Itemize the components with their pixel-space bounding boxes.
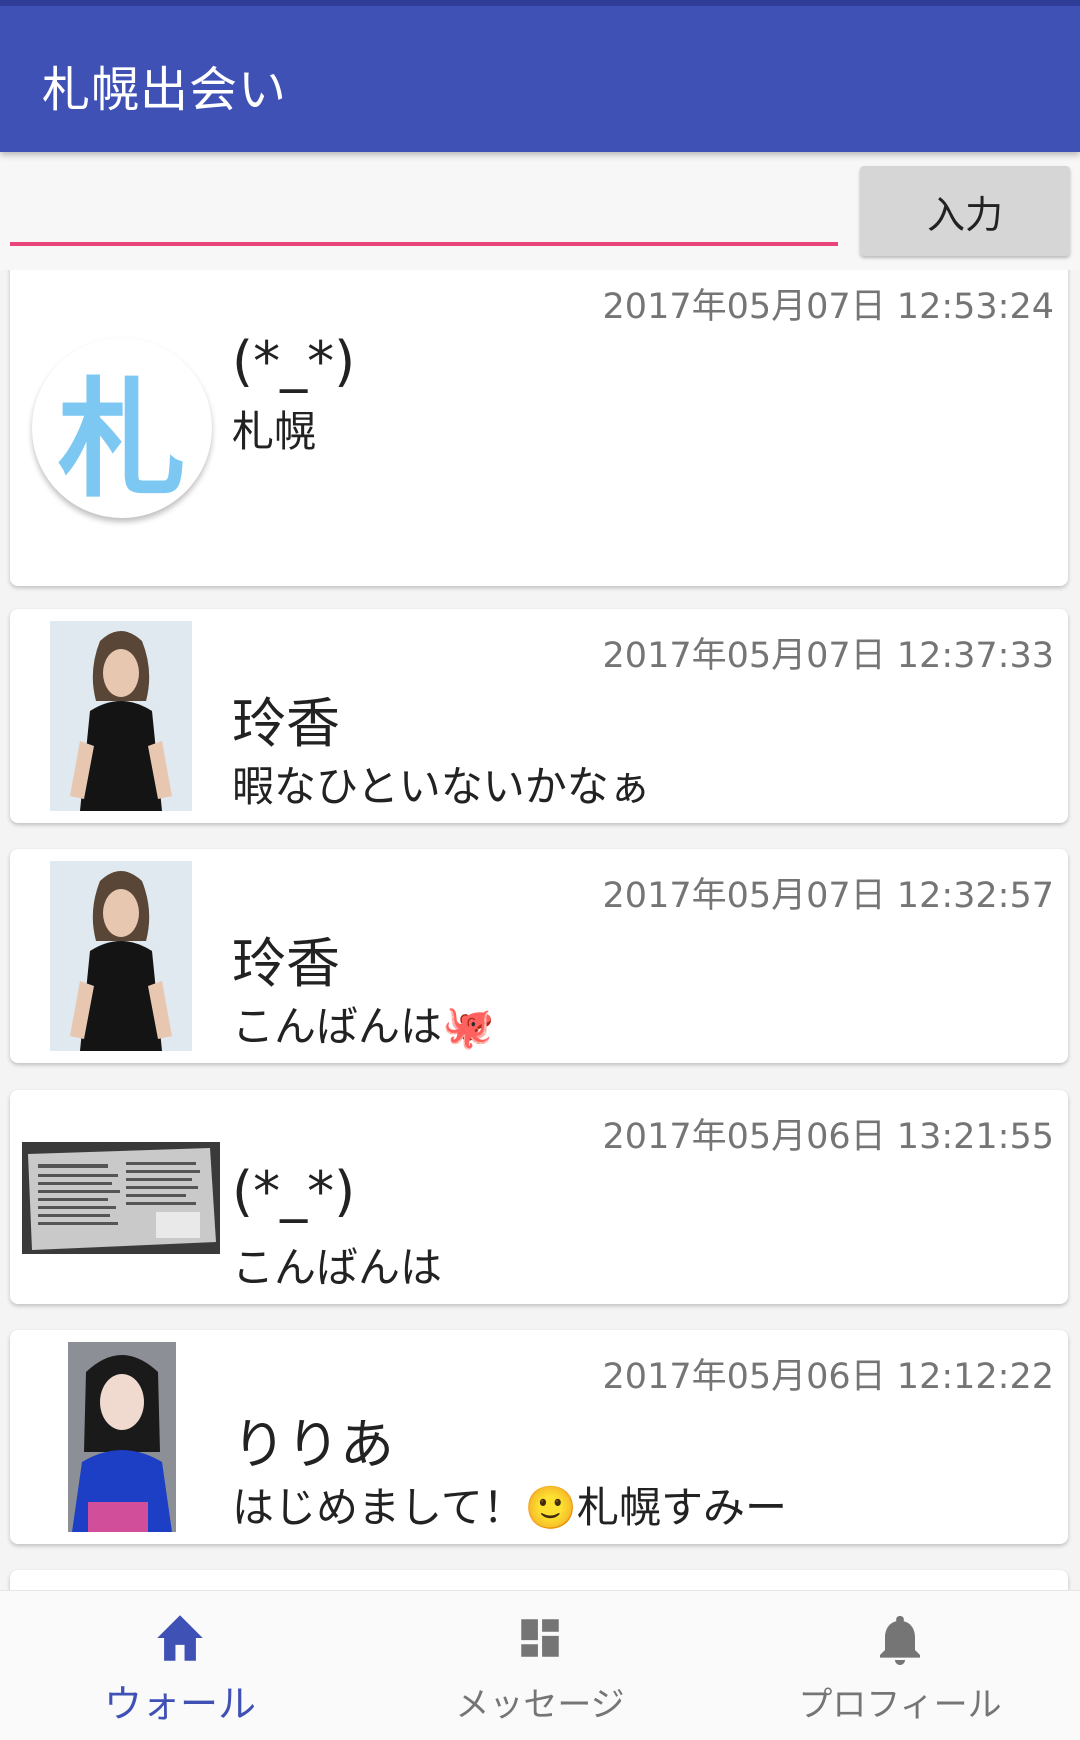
post-card[interactable]: 2017年05月07日 12:37:33 玲香 暇なひといないかなぁ [10,609,1068,823]
nav-tab-label: プロフィール [798,1685,1002,1725]
avatar[interactable] [22,1142,220,1254]
wall-feed[interactable]: 2017年05月07日 12:53:24 札 (*_*) 札幌 2017年05月… [0,270,1080,1590]
woman-photo-icon [68,1342,176,1532]
home-icon [157,1615,203,1661]
post-card[interactable]: 2017年05月06日 12:12:22 りりあ はじめまして！🙂札幌すみー [10,1330,1068,1544]
post-timestamp: 2017年05月06日 12:12:22 [602,1357,1054,1397]
post-message: はじめまして！🙂札幌すみー [232,1483,788,1532]
avatar[interactable] [50,861,192,1051]
bottom-navigation: ウォール メッセージ プロフィール [0,1590,1080,1740]
nav-tab-profile[interactable]: プロフィール [720,1591,1080,1740]
nav-tab-label: メッセージ [455,1685,625,1725]
post-author: 玲香 [232,932,340,995]
nav-tab-label: ウォール [103,1682,256,1726]
post-timestamp: 2017年05月07日 12:53:24 [602,287,1054,327]
woman-photo-icon [50,861,192,1051]
post-author: りりあ [232,1413,394,1476]
post-card[interactable]: 2017年05月07日 12:53:24 札 (*_*) 札幌 [10,270,1068,586]
composer: 入力 [0,152,1080,270]
post-timestamp: 2017年05月07日 12:37:33 [602,636,1054,676]
post-message: 暇なひといないかなぁ [232,762,651,811]
nav-tab-messages[interactable]: メッセージ [360,1591,720,1740]
post-card[interactable]: 2017年05月07日 12:32:57 玲香 こんばんは🐙 [10,849,1068,1063]
avatar[interactable] [68,1342,176,1532]
post-author: (*_*) [232,1160,356,1223]
woman-photo-icon [50,621,192,811]
post-message: 札幌 [232,407,317,456]
post-card[interactable] [10,1570,1068,1590]
post-card[interactable]: 2017年05月06日 13:21:55 (*_*) こんばんは [10,1090,1068,1304]
bell-icon [880,1616,920,1665]
dashboard-icon [521,1619,559,1657]
app-bar: 札幌出会い [0,0,1080,152]
post-input[interactable] [10,176,838,246]
avatar[interactable] [50,621,192,811]
post-timestamp: 2017年05月07日 12:32:57 [602,876,1054,916]
newspaper-photo-icon [22,1142,220,1254]
post-author: (*_*) [232,330,356,393]
post-message: こんばんは🐙 [232,1002,495,1051]
post-timestamp: 2017年05月06日 13:21:55 [602,1117,1054,1157]
post-author: 玲香 [232,692,340,755]
submit-button[interactable]: 入力 [860,166,1070,256]
avatar[interactable]: 札 [32,338,212,518]
app-title: 札幌出会い [42,62,288,118]
post-message: こんばんは [232,1243,443,1292]
nav-tab-wall[interactable]: ウォール [0,1591,360,1740]
avatar-logo-text: 札 [57,365,186,515]
